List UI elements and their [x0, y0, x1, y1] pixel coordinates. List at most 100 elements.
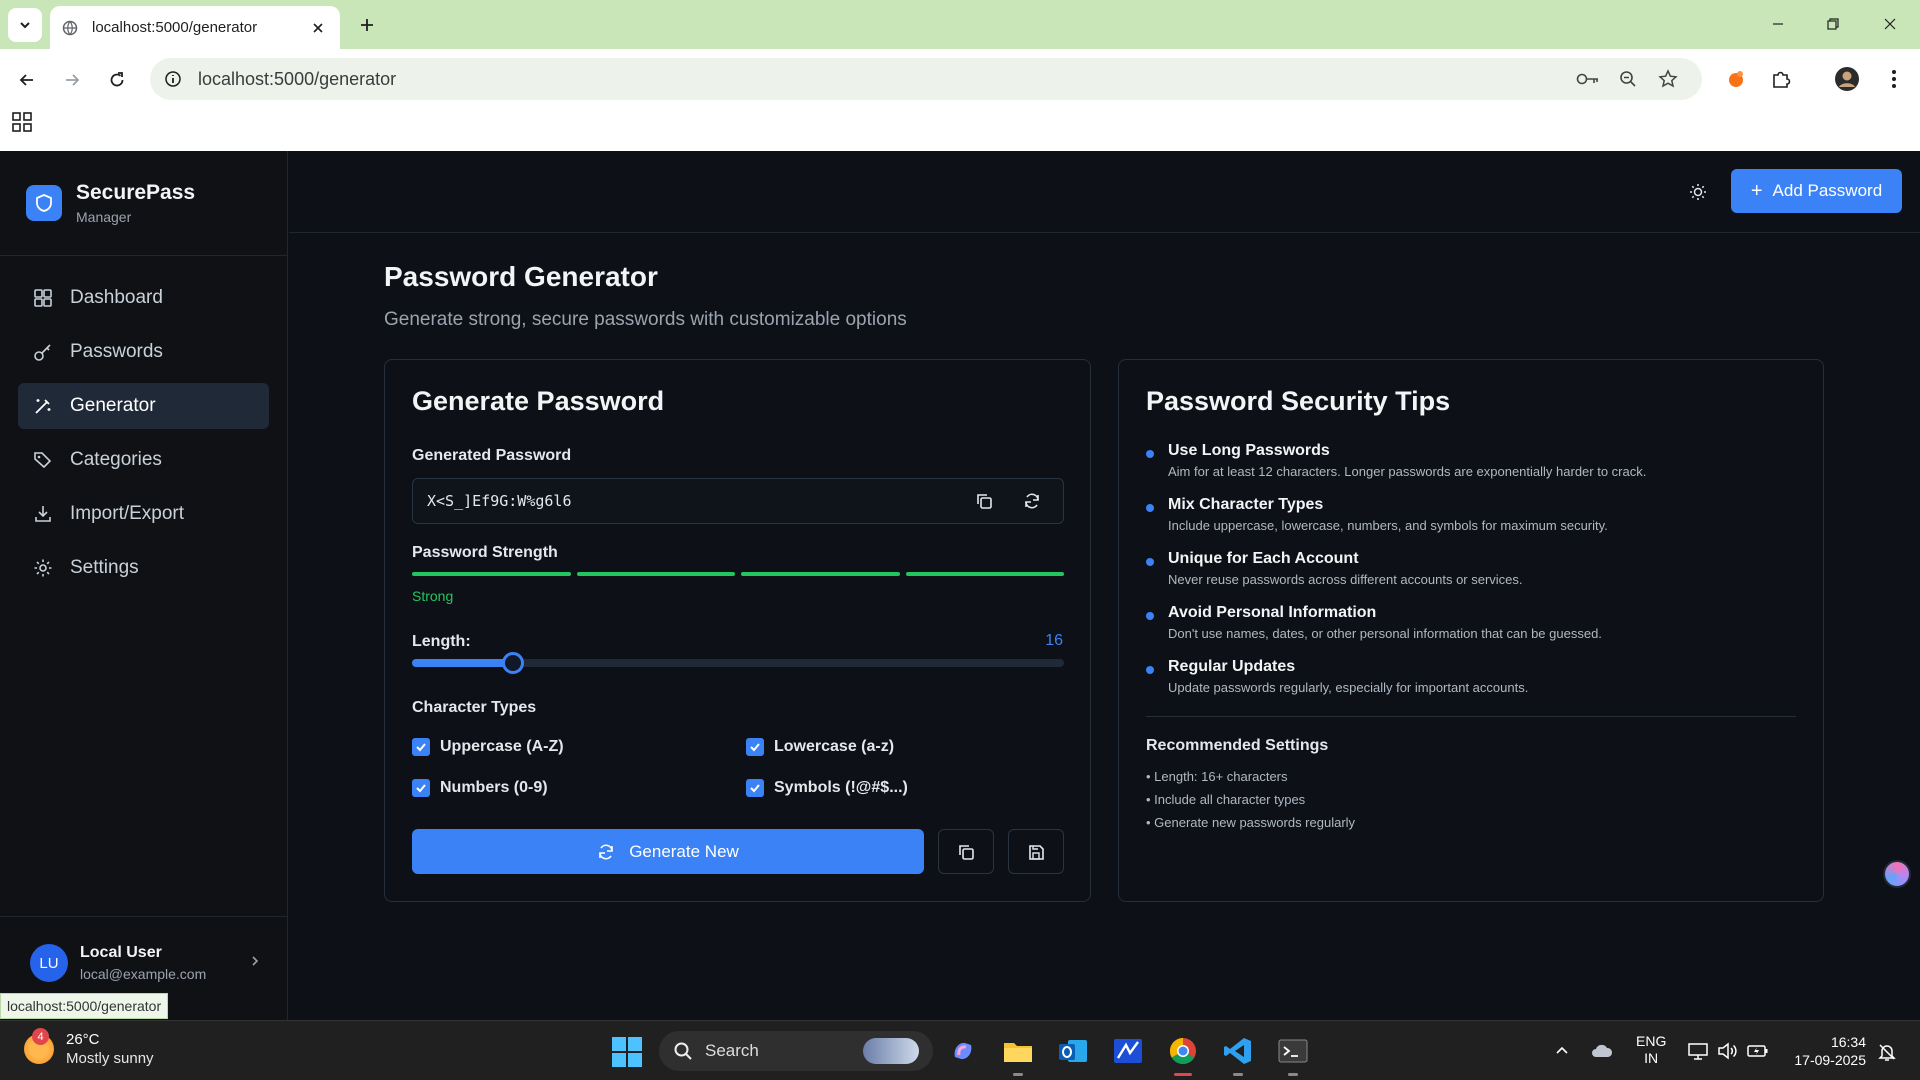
tab-title: localhost:5000/generator — [92, 19, 258, 36]
generated-password-value[interactable]: X<S_]Ef9G:W%g6l6 — [427, 492, 953, 510]
checkbox-checked-icon[interactable] — [412, 738, 430, 756]
taskbar-app[interactable] — [1110, 1033, 1146, 1069]
new-tab-button[interactable] — [352, 10, 382, 40]
taskbar-copilot[interactable] — [945, 1033, 981, 1069]
taskbar-terminal[interactable] — [1275, 1033, 1311, 1076]
symbols-checkbox[interactable]: Symbols (!@#$...) — [746, 779, 908, 797]
restore-button[interactable] — [1813, 8, 1853, 40]
terminal-icon — [1278, 1039, 1308, 1063]
start-button[interactable] — [612, 1037, 642, 1067]
sidebar-item-categories[interactable]: Categories — [18, 437, 269, 483]
taskbar-chrome[interactable] — [1165, 1033, 1201, 1076]
browser-tab[interactable]: localhost:5000/generator — [50, 6, 340, 49]
browser-menu-button[interactable] — [1876, 61, 1912, 97]
search-label: Search — [705, 1041, 759, 1060]
sidebar-item-label: Categories — [70, 449, 162, 470]
theme-toggle-button[interactable] — [1685, 179, 1711, 205]
tip-item: Mix Character Types Include uppercase, l… — [1146, 496, 1796, 533]
windows-logo-tile — [628, 1037, 642, 1051]
uppercase-checkbox[interactable]: Uppercase (A-Z) — [412, 738, 564, 756]
address-bar[interactable]: localhost:5000/generator — [150, 58, 1702, 100]
floating-assistant-avatar[interactable] — [1883, 860, 1911, 888]
brand-subtitle: Manager — [76, 209, 132, 225]
os-taskbar: 4 26°C Mostly sunny Search ENG IN 16:34 … — [0, 1020, 1920, 1080]
bookmark-button[interactable] — [1648, 62, 1688, 96]
checkbox-checked-icon[interactable] — [746, 779, 764, 797]
sun-icon — [1690, 184, 1706, 200]
windows-logo-tile — [612, 1053, 626, 1067]
checkbox-label: Numbers (0-9) — [440, 779, 548, 796]
chevron-right-icon — [250, 954, 260, 973]
length-slider-thumb[interactable] — [502, 652, 525, 674]
key-icon — [1576, 73, 1598, 85]
regenerate-password-button[interactable] — [1015, 484, 1049, 518]
network-icon — [1688, 1043, 1708, 1060]
save-button[interactable] — [1008, 829, 1064, 874]
add-password-button[interactable]: + Add Password — [1731, 169, 1902, 213]
lowercase-checkbox[interactable]: Lowercase (a-z) — [746, 738, 894, 756]
sidebar-item-passwords[interactable]: Passwords — [18, 329, 269, 375]
length-slider[interactable] — [412, 652, 1064, 674]
extension-button[interactable] — [1718, 61, 1754, 97]
minimize-button[interactable] — [1758, 8, 1798, 40]
zoom-icon — [1620, 71, 1636, 87]
tip-title: Avoid Personal Information — [1168, 604, 1377, 621]
checkbox-checked-icon[interactable] — [412, 779, 430, 797]
page-title: Password Generator — [384, 261, 658, 292]
profile-button[interactable] — [1829, 61, 1865, 97]
taskbar-outlook[interactable] — [1055, 1033, 1091, 1069]
sun-weather-icon: 4 — [24, 1028, 54, 1064]
taskbar-vscode[interactable] — [1220, 1033, 1256, 1076]
user-menu[interactable]: LU Local User local@example.com — [30, 944, 260, 982]
brand[interactable]: SecurePass Manager — [26, 181, 195, 225]
taskbar-file-explorer[interactable] — [1000, 1033, 1036, 1076]
weather-widget[interactable]: 4 26°C Mostly sunny — [24, 1028, 154, 1067]
apps-shortcut-button[interactable] — [12, 112, 36, 136]
notifications-button[interactable] — [1874, 1039, 1900, 1065]
password-key-button[interactable] — [1568, 62, 1608, 96]
tip-title: Use Long Passwords — [1168, 442, 1330, 459]
back-button[interactable] — [10, 63, 44, 97]
numbers-checkbox[interactable]: Numbers (0-9) — [412, 779, 548, 797]
battery-tray-button[interactable] — [1744, 1039, 1772, 1063]
temperature: 26°C — [66, 1031, 100, 1048]
bell-snooze-icon — [1878, 1044, 1896, 1061]
avatar: LU — [30, 944, 68, 982]
password-strength-label: Password Strength — [412, 544, 558, 561]
tip-description: Never reuse passwords across different a… — [1168, 572, 1523, 587]
copy-password-button[interactable] — [967, 484, 1001, 518]
input-language-indicator[interactable]: ENG IN — [1636, 1033, 1666, 1067]
bullet-dot-icon — [1146, 666, 1154, 674]
tab-search-button[interactable] — [8, 8, 42, 42]
search-icon — [673, 1041, 693, 1061]
sidebar-item-dashboard[interactable]: Dashboard — [18, 275, 269, 321]
onedrive-tray-button[interactable] — [1588, 1039, 1616, 1063]
forward-button[interactable] — [55, 63, 89, 97]
user-name: Local User — [80, 944, 162, 961]
sidebar-item-generator[interactable]: Generator — [18, 383, 269, 429]
generate-new-button[interactable]: Generate New — [412, 829, 924, 874]
sidebar-item-settings[interactable]: Settings — [18, 545, 269, 591]
recommended-item: • Length: 16+ characters — [1146, 769, 1288, 784]
network-tray-button[interactable] — [1684, 1039, 1712, 1063]
extensions-menu-button[interactable] — [1763, 61, 1799, 97]
sidebar-item-import-export[interactable]: Import/Export — [18, 491, 269, 537]
checkbox-label: Uppercase (A-Z) — [440, 738, 564, 755]
taskbar-search[interactable]: Search — [659, 1031, 933, 1071]
copy-button[interactable] — [938, 829, 994, 874]
bullet-dot-icon — [1146, 504, 1154, 512]
system-clock[interactable]: 16:34 17-09-2025 — [1786, 1033, 1866, 1069]
user-email: local@example.com — [80, 966, 207, 982]
strength-segment — [576, 572, 735, 576]
show-hidden-icons-button[interactable] — [1550, 1039, 1574, 1063]
close-tab-button[interactable] — [308, 18, 328, 38]
plus-icon: + — [1750, 179, 1763, 202]
volume-tray-button[interactable] — [1714, 1039, 1742, 1063]
checkbox-checked-icon[interactable] — [746, 738, 764, 756]
reload-button[interactable] — [100, 63, 134, 97]
zoom-button[interactable] — [1608, 62, 1648, 96]
close-window-button[interactable] — [1870, 8, 1910, 40]
tip-description: Don't use names, dates, or other persona… — [1168, 626, 1602, 641]
wand-icon — [32, 395, 54, 417]
generated-password-field[interactable]: X<S_]Ef9G:W%g6l6 — [412, 478, 1064, 524]
